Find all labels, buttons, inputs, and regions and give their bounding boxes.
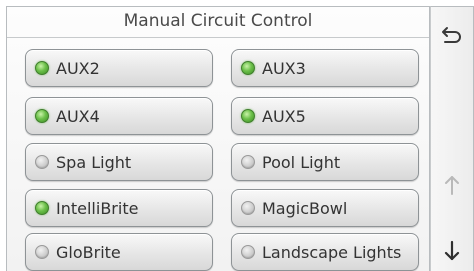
circuit-label: AUX5 [262, 106, 306, 126]
circuit-button-spa-light[interactable]: Spa Light [25, 143, 213, 181]
back-button[interactable] [431, 17, 473, 53]
status-led-icon [241, 155, 255, 169]
circuit-label: Spa Light [56, 152, 132, 172]
circuit-label: AUX2 [56, 58, 100, 78]
circuit-label: Pool Light [262, 152, 341, 172]
circuit-button-aux4[interactable]: AUX4 [25, 97, 213, 135]
circuit-label: MagicBowl [262, 198, 348, 218]
circuit-button-landscape-lights[interactable]: Landscape Lights [231, 233, 419, 271]
circuit-label: Landscape Lights [262, 242, 402, 262]
arrow-down-icon [444, 240, 460, 261]
back-arrow-icon [442, 27, 461, 43]
circuit-button-aux5[interactable]: AUX5 [231, 97, 419, 135]
circuit-button-aux2[interactable]: AUX2 [25, 49, 213, 87]
status-led-icon [241, 201, 255, 215]
circuit-button-aux3[interactable]: AUX3 [231, 49, 419, 87]
scroll-up-button[interactable] [431, 167, 473, 203]
circuit-button-intellibrite[interactable]: IntelliBrite [25, 189, 213, 227]
circuit-label: GloBrite [56, 242, 121, 262]
status-led-icon [241, 245, 255, 259]
status-led-icon [35, 245, 49, 259]
scroll-down-button[interactable] [431, 233, 473, 269]
circuit-grid: AUX2 AUX3 AUX4 AUX5 Spa Light Pool Light… [7, 7, 429, 271]
circuit-label: AUX3 [262, 58, 306, 78]
status-led-icon [241, 61, 255, 75]
status-led-icon [241, 109, 255, 123]
status-led-icon [35, 109, 49, 123]
circuit-button-globrite[interactable]: GloBrite [25, 233, 213, 271]
circuit-panel: Manual Circuit Control AUX2 AUX3 AUX4 AU… [6, 6, 430, 271]
screen: Manual Circuit Control AUX2 AUX3 AUX4 AU… [0, 0, 474, 271]
circuit-button-magicbowl[interactable]: MagicBowl [231, 189, 419, 227]
status-led-icon [35, 201, 49, 215]
status-led-icon [35, 61, 49, 75]
circuit-label: AUX4 [56, 106, 100, 126]
arrow-up-icon [445, 176, 459, 195]
circuit-label: IntelliBrite [56, 198, 139, 218]
circuit-button-pool-light[interactable]: Pool Light [231, 143, 419, 181]
side-navigation [430, 6, 474, 271]
status-led-icon [35, 155, 49, 169]
